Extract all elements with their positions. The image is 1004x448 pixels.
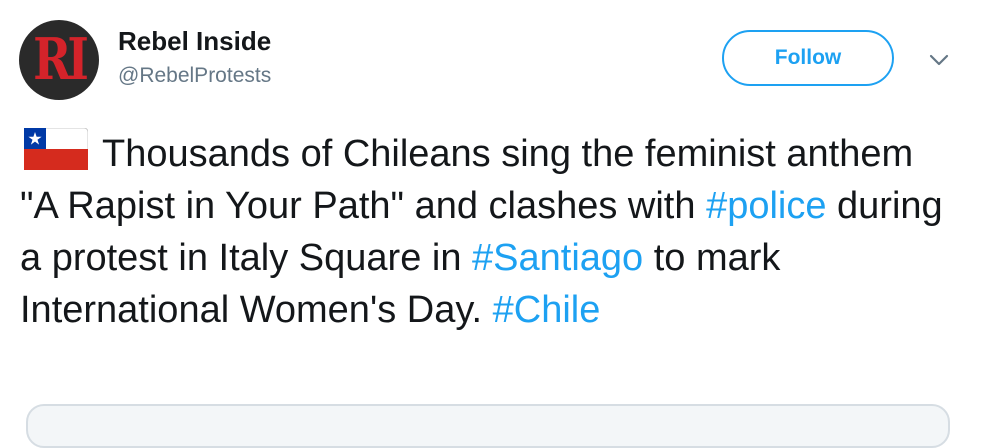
follow-button[interactable]: Follow: [722, 30, 894, 86]
hashtag-police-link[interactable]: #police: [706, 185, 826, 227]
media-preview[interactable]: [26, 404, 950, 448]
avatar-logo: RI: [33, 25, 89, 93]
avatar[interactable]: RI: [19, 20, 99, 100]
chevron-down-icon[interactable]: [924, 48, 954, 72]
hashtag-chile-link[interactable]: #Chile: [493, 289, 601, 331]
author-handle[interactable]: @RebelProtests: [118, 64, 271, 88]
author-display-name[interactable]: Rebel Inside: [118, 26, 271, 57]
hashtag-santiago-link[interactable]: #Santiago: [472, 237, 643, 279]
chile-flag-icon: [23, 127, 89, 171]
tweet-card: RI Rebel Inside @RebelProtests Follow Th…: [0, 0, 1004, 448]
tweet-text: Thousands of Chileans sing the feminist …: [20, 127, 960, 336]
